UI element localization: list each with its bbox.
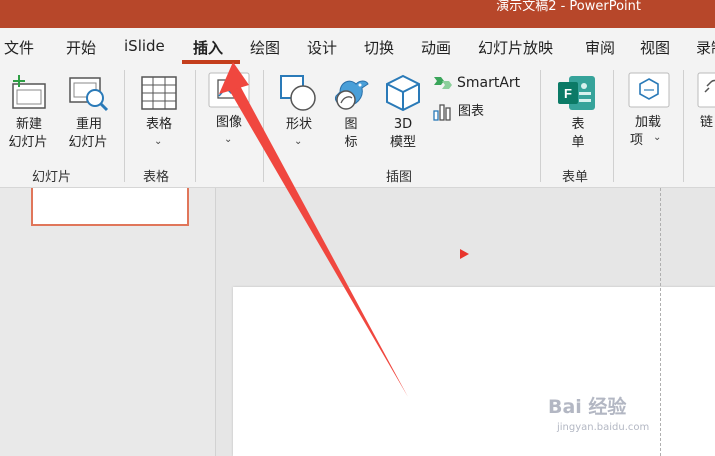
tab-design[interactable]: 设计	[307, 37, 337, 58]
addins-label-2: 项	[630, 133, 644, 148]
group-separator	[540, 70, 541, 182]
slide-thumbnail-pane	[0, 188, 216, 456]
new-slide-label-2: 幻灯片	[8, 135, 48, 150]
shapes-icon	[280, 75, 316, 111]
reuse-slide-icon	[69, 77, 109, 112]
reuse-slide-label-1: 重用	[75, 117, 102, 132]
chart-label: 图表	[458, 104, 485, 119]
group-separator	[683, 70, 684, 182]
tab-home[interactable]: 开始	[66, 37, 96, 58]
tab-view[interactable]: 视图	[640, 37, 670, 58]
link-label: 链	[700, 115, 714, 130]
tab-transitions[interactable]: 切换	[364, 37, 394, 58]
bird-icon	[335, 80, 369, 110]
group-label-table: 表格	[143, 170, 170, 185]
smartart-label: SmartArt	[457, 75, 521, 91]
group-label-slides: 幻灯片	[32, 170, 72, 185]
tab-record[interactable]: 录制	[696, 37, 715, 58]
shapes-label: 形状	[285, 117, 312, 132]
ribbon-tab-bar: 文件 开始 iSlide 插入 绘图 设计 切换 动画 幻灯片放映 审阅 视图 …	[0, 28, 715, 64]
table-icon	[141, 76, 177, 110]
group-separator	[613, 70, 614, 182]
icons-label-1: 图	[344, 117, 358, 132]
watermark: Bai 经验	[548, 396, 627, 418]
group-separator	[195, 70, 196, 182]
tab-insert[interactable]: 插入	[193, 37, 223, 58]
new-slide-label-1: 新建	[15, 117, 42, 132]
forms-label-2: 单	[571, 135, 585, 150]
picture-label: 图像	[215, 115, 242, 130]
chevron-down-icon: ⌄	[294, 136, 303, 147]
picture-icon	[208, 72, 250, 108]
slide-thumbnail[interactable]	[31, 188, 189, 226]
chevron-down-icon: ⌄	[653, 132, 662, 143]
tab-animations[interactable]: 动画	[421, 37, 451, 58]
tab-draw[interactable]: 绘图	[250, 37, 280, 58]
svg-text:F: F	[564, 86, 572, 101]
watermark-url: jingyan.baidu.com	[557, 422, 650, 433]
cube-icon	[386, 74, 420, 112]
smartart-icon	[434, 77, 452, 89]
3d-models-label-2: 模型	[389, 135, 416, 150]
smart-guide-line	[660, 188, 661, 456]
link-icon	[697, 72, 715, 108]
bar-chart-icon	[433, 104, 451, 121]
group-label-illustrations: 插图	[386, 170, 413, 185]
group-separator	[263, 70, 264, 182]
window-title: 演示文稿2 - PowerPoint	[496, 0, 641, 14]
tab-islide[interactable]: iSlide	[124, 37, 165, 55]
table-label: 表格	[145, 117, 172, 132]
tab-slideshow[interactable]: 幻灯片放映	[478, 37, 553, 58]
new-slide-icon	[12, 75, 46, 109]
group-separator	[124, 70, 125, 182]
addins-label-1: 加载	[634, 115, 661, 130]
chevron-down-icon: ⌄	[224, 134, 233, 145]
3d-models-label-1: 3D	[393, 117, 413, 132]
tab-file[interactable]: 文件	[4, 37, 34, 58]
forms-icon: F	[558, 76, 595, 110]
title-bar: 演示文稿2 - PowerPoint	[0, 0, 715, 28]
group-label-forms: 表单	[562, 170, 589, 185]
icons-label-2: 标	[344, 135, 358, 150]
tab-review[interactable]: 审阅	[585, 37, 615, 58]
reuse-slide-label-2: 幻灯片	[68, 135, 108, 150]
chevron-down-icon: ⌄	[154, 136, 163, 147]
addins-icon	[628, 72, 670, 108]
powerpoint-window: 演示文稿2 - PowerPoint 文件 开始 iSlide 插入 绘图 设计…	[0, 0, 715, 456]
forms-label-1: 表	[571, 117, 585, 132]
